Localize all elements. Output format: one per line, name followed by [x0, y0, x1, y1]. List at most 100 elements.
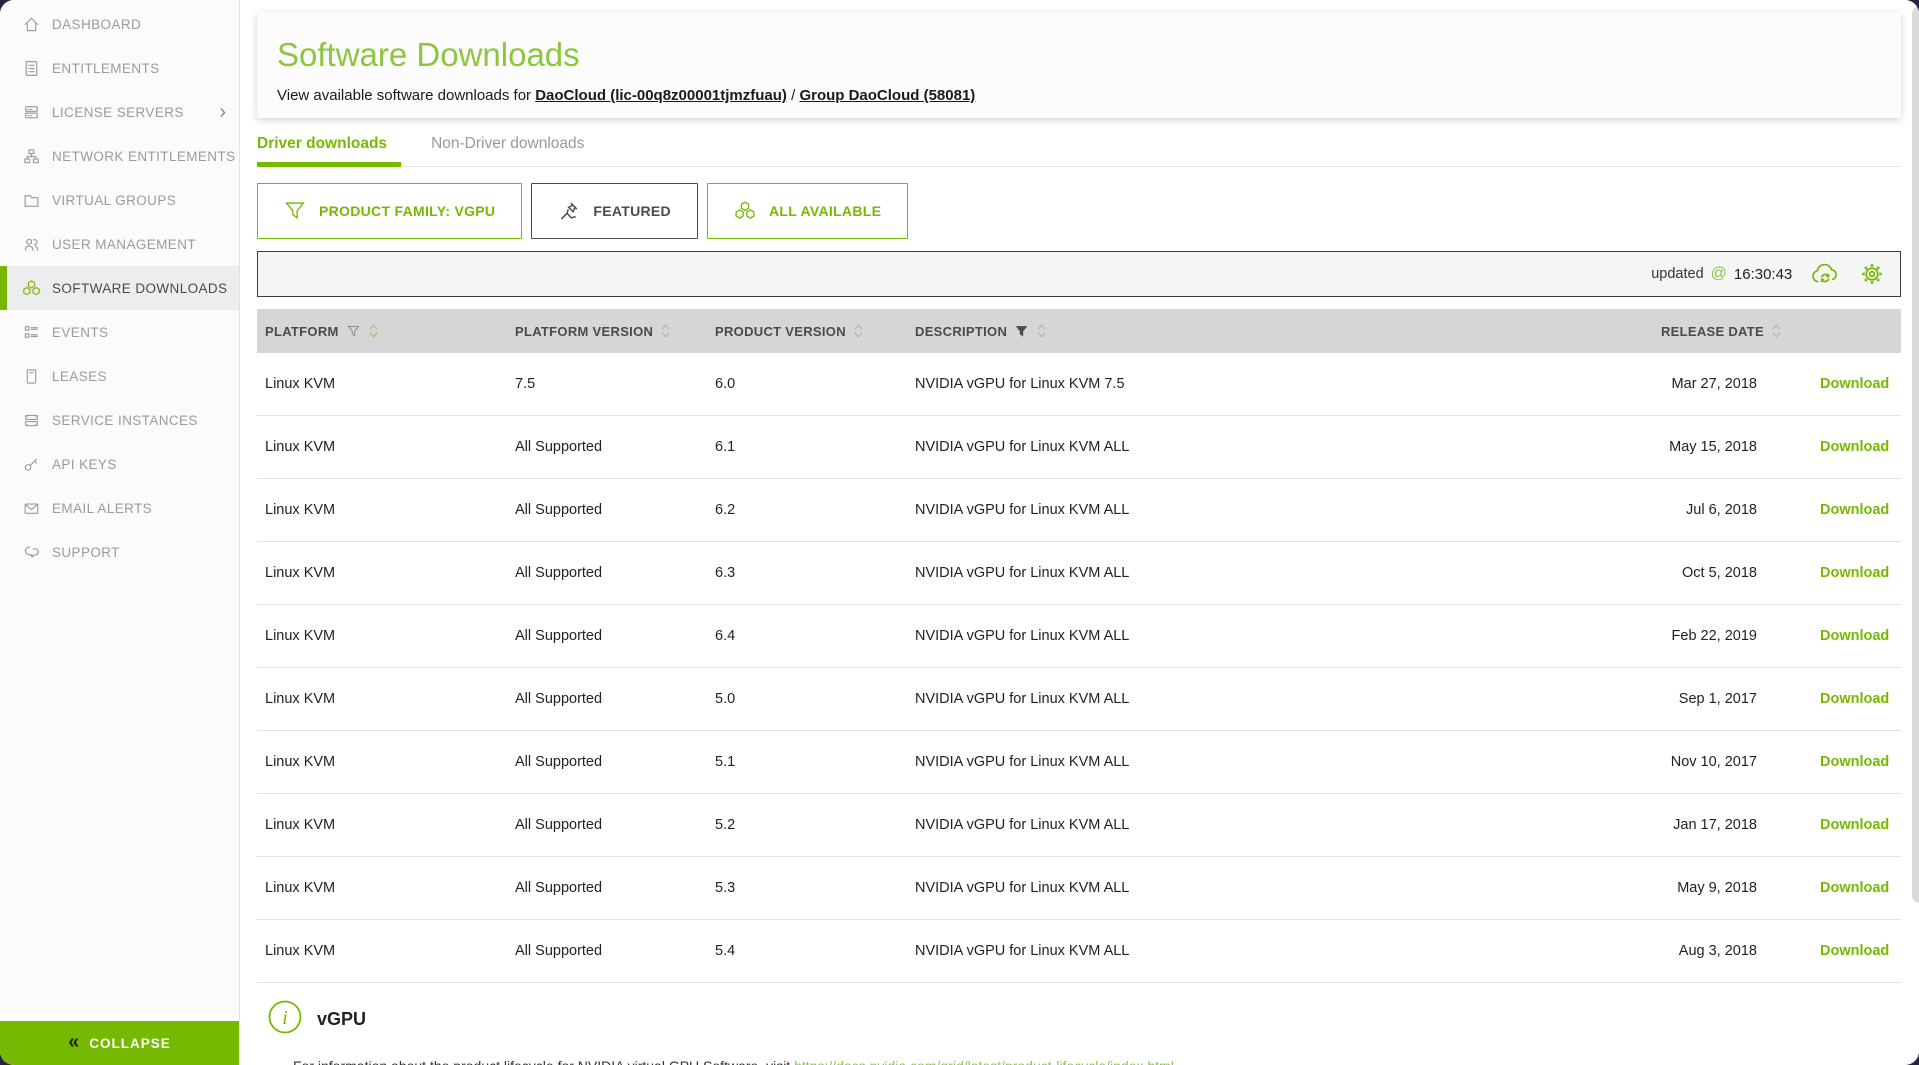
download-link[interactable]: Download: [1820, 754, 1889, 770]
home-icon: [22, 15, 41, 34]
sidebar-item-label: USER MANAGEMENT: [52, 237, 196, 252]
download-link[interactable]: Download: [1820, 565, 1889, 581]
column-header-description[interactable]: DESCRIPTION: [907, 323, 1607, 339]
sidebar-item-service-instances[interactable]: SERVICE INSTANCES: [0, 398, 239, 442]
support-icon: [22, 543, 41, 562]
table-row: Linux KVMAll Supported6.2NVIDIA vGPU for…: [257, 479, 1901, 542]
cell-product-version: 6.3: [707, 565, 907, 581]
info-note-text: For information about the product lifecy…: [293, 1058, 794, 1065]
collapse-button[interactable]: « COLLAPSE: [0, 1021, 239, 1065]
cell-description: NVIDIA vGPU for Linux KVM ALL: [907, 628, 1607, 644]
download-link[interactable]: Download: [1820, 439, 1889, 455]
table-row: Linux KVMAll Supported5.0NVIDIA vGPU for…: [257, 668, 1901, 731]
leases-icon: [22, 367, 41, 386]
sidebar-item-label: DASHBOARD: [52, 17, 141, 32]
sidebar-item-api-keys[interactable]: API KEYS: [0, 442, 239, 486]
cell-product-version: 5.2: [707, 817, 907, 833]
sidebar-item-virtual-groups[interactable]: VIRTUAL GROUPS: [0, 178, 239, 222]
table-row: Linux KVMAll Supported5.3NVIDIA vGPU for…: [257, 857, 1901, 920]
tab-driver-downloads[interactable]: Driver downloads: [257, 135, 387, 166]
group-link[interactable]: Group DaoCloud (58081): [799, 87, 975, 104]
cell-platform-version: All Supported: [507, 754, 707, 770]
cell-description: NVIDIA vGPU for Linux KVM ALL: [907, 880, 1607, 896]
cloud-refresh-icon[interactable]: [1811, 261, 1839, 287]
all-available-filter-button[interactable]: ALL AVAILABLE: [707, 183, 908, 239]
sidebar-item-label: ENTITLEMENTS: [52, 61, 160, 76]
sidebar-item-user-management[interactable]: USER MANAGEMENT: [0, 222, 239, 266]
sort-icon[interactable]: [1036, 323, 1047, 339]
tab-non-driver-downloads[interactable]: Non-Driver downloads: [431, 135, 584, 166]
sidebar-item-dashboard[interactable]: DASHBOARD: [0, 2, 239, 46]
cell-product-version: 5.1: [707, 754, 907, 770]
cell-release-date: Jan 17, 2018: [1607, 817, 1812, 833]
cell-download: Download: [1812, 502, 1901, 518]
mail-icon: [22, 499, 41, 518]
sort-icon[interactable]: [368, 323, 379, 339]
page-header-card: Software Downloads View available softwa…: [257, 12, 1901, 118]
users-icon: [22, 235, 41, 254]
cell-release-date: Sep 1, 2017: [1607, 691, 1812, 707]
entitlements-icon: [22, 59, 41, 78]
cell-release-date: Feb 22, 2019: [1607, 628, 1812, 644]
events-icon: [22, 323, 41, 342]
column-header-platform-version[interactable]: PLATFORM VERSION: [507, 323, 707, 339]
info-note-link[interactable]: https://docs.nvidia.com/grid/latest/prod…: [794, 1058, 1174, 1065]
cell-platform-version: All Supported: [507, 880, 707, 896]
sidebar-item-email-alerts[interactable]: EMAIL ALERTS: [0, 486, 239, 530]
cell-release-date: Jul 6, 2018: [1607, 502, 1812, 518]
cell-platform: Linux KVM: [257, 943, 507, 959]
table-row: Linux KVMAll Supported6.3NVIDIA vGPU for…: [257, 542, 1901, 605]
download-link[interactable]: Download: [1820, 817, 1889, 833]
cell-release-date: Aug 3, 2018: [1607, 943, 1812, 959]
cell-platform: Linux KVM: [257, 754, 507, 770]
sidebar-item-leases[interactable]: LEASES: [0, 354, 239, 398]
download-link[interactable]: Download: [1820, 880, 1889, 896]
product-family-filter-button[interactable]: PRODUCT FAMILY: VGPU: [257, 183, 522, 239]
download-link[interactable]: Download: [1820, 691, 1889, 707]
all-available-filter-label: ALL AVAILABLE: [769, 203, 881, 219]
column-header-platform[interactable]: PLATFORM: [257, 323, 507, 339]
org-link[interactable]: DaoCloud (lic-00q8z00001tjmzfuau): [535, 87, 787, 104]
download-link[interactable]: Download: [1820, 628, 1889, 644]
app-window: DASHBOARD ENTITLEMENTS LICENSE SERVERS›NET…: [0, 0, 1919, 1065]
sidebar-item-entitlements[interactable]: ENTITLEMENTS: [0, 46, 239, 90]
sidebar-item-license-servers[interactable]: LICENSE SERVERS›: [0, 90, 239, 134]
page-title: Software Downloads: [277, 36, 1881, 74]
sort-icon[interactable]: [660, 323, 671, 339]
cell-platform: Linux KVM: [257, 565, 507, 581]
sidebar-item-events[interactable]: EVENTS: [0, 310, 239, 354]
download-link[interactable]: Download: [1820, 502, 1889, 518]
sidebar-item-support[interactable]: SUPPORT: [0, 530, 239, 574]
sort-icon[interactable]: [853, 323, 864, 339]
cell-platform-version: All Supported: [507, 691, 707, 707]
cell-platform-version: All Supported: [507, 817, 707, 833]
cell-product-version: 5.4: [707, 943, 907, 959]
sort-icon[interactable]: [1771, 323, 1782, 339]
cell-platform-version: All Supported: [507, 439, 707, 455]
download-link[interactable]: Download: [1820, 376, 1889, 392]
updated-label: updated: [1651, 266, 1703, 282]
cubes-icon: [22, 279, 41, 298]
collapse-label: COLLAPSE: [89, 1036, 171, 1051]
sidebar-item-label: LEASES: [52, 369, 107, 384]
filter-funnel-icon[interactable]: [346, 324, 361, 339]
sidebar-item-label: EMAIL ALERTS: [52, 501, 152, 516]
cell-description: NVIDIA vGPU for Linux KVM ALL: [907, 943, 1607, 959]
sidebar-item-network-entitlements[interactable]: NETWORK ENTITLEMENTS: [0, 134, 239, 178]
gear-icon[interactable]: [1858, 261, 1886, 287]
column-header-release-date[interactable]: RELEASE DATE: [1607, 323, 1812, 339]
cell-download: Download: [1812, 754, 1901, 770]
table-header: PLATFORM PLATFORM VERSION PRODUCT VERSI: [257, 309, 1901, 353]
cell-download: Download: [1812, 880, 1901, 896]
table-row: Linux KVMAll Supported5.1NVIDIA vGPU for…: [257, 731, 1901, 794]
featured-filter-button[interactable]: FEATURED: [531, 183, 698, 239]
filter-funnel-filled-icon[interactable]: [1014, 324, 1029, 339]
cell-release-date: Oct 5, 2018: [1607, 565, 1812, 581]
scrollbar-thumb[interactable]: [1912, 6, 1919, 903]
cell-product-version: 6.4: [707, 628, 907, 644]
column-header-product-version[interactable]: PRODUCT VERSION: [707, 323, 907, 339]
sidebar-item-software-downloads[interactable]: SOFTWARE DOWNLOADS: [0, 266, 239, 310]
key-icon: [22, 455, 41, 474]
cell-release-date: Mar 27, 2018: [1607, 376, 1812, 392]
download-link[interactable]: Download: [1820, 943, 1889, 959]
